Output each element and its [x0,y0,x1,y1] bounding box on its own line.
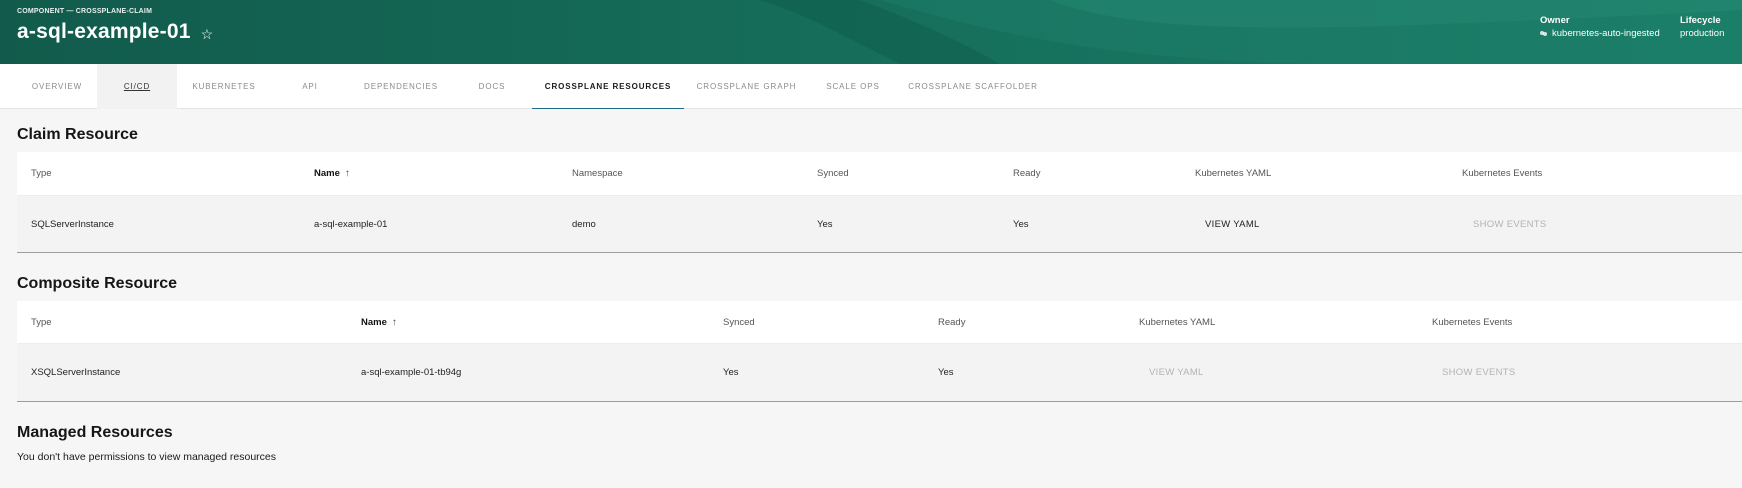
column-header-kubernetes-yaml: Kubernetes YAML [1195,168,1272,179]
sort-ascending-icon: ↑ [344,168,350,179]
view-yaml-button[interactable]: VIEW YAML [1149,367,1204,378]
column-header-namespace[interactable]: Namespace [572,152,623,195]
owner-link[interactable]: kubernetes-auto-ingested [1552,28,1660,39]
view-yaml-button[interactable]: VIEW YAML [1205,219,1260,230]
show-events-button[interactable]: SHOW EVENTS [1473,219,1547,230]
cell-namespace: demo [572,218,596,230]
tab-scale-ops[interactable]: SCALE OPS [809,64,897,109]
tab-kubernetes[interactable]: KUBERNETES [177,64,271,109]
tab-crossplane-resources[interactable]: CROSSPLANE RESOURCES [532,64,684,109]
group-icon [1540,30,1548,37]
cell-name: a-sql-example-01-tb94g [361,367,462,378]
tab-api[interactable]: API [271,64,349,109]
table-header: Type Name ↑ Namespace Synced Ready Kuber… [17,152,1742,196]
lifecycle-label: Lifecycle [1680,15,1721,26]
cell-synced: Yes [723,367,739,378]
claim-resource-heading: Claim Resource [17,126,138,143]
column-header-type[interactable]: Type [31,152,52,195]
page-title: a-sql-example-01 [17,20,191,43]
entity-kind-label: COMPONENT — CROSSPLANE-CLAIM [17,8,153,15]
tab-docs[interactable]: DOCS [453,64,531,109]
cell-name: a-sql-example-01 [314,218,388,230]
cell-type: SQLServerInstance [31,218,114,230]
composite-resource-heading: Composite Resource [17,275,178,292]
column-header-type[interactable]: Type [31,301,52,343]
owner-label: Owner [1540,15,1570,26]
cell-type: XSQLServerInstance [31,367,121,378]
column-header-name[interactable]: Name ↑ [314,152,350,195]
column-header-ready[interactable]: Ready [938,301,965,343]
composite-resource-table: Type Name ↑ Synced Ready Kubernetes YAML… [17,301,1742,402]
column-header-kubernetes-events: Kubernetes Events [1462,168,1543,179]
tab-bar: OVERVIEW CI/CD KUBERNETES API DEPENDENCI… [0,64,1742,109]
show-events-button[interactable]: SHOW EVENTS [1442,367,1516,378]
tab-crossplane-graph[interactable]: CROSSPLANE GRAPH [684,64,809,109]
cell-synced: Yes [817,218,833,230]
managed-resources-heading: Managed Resources [17,424,173,441]
column-header-name-label: Name [314,168,340,179]
column-header-synced[interactable]: Synced [817,152,849,195]
permission-message: You don't have permissions to view manag… [17,451,277,463]
entity-header: COMPONENT — CROSSPLANE-CLAIM a-sql-examp… [0,0,1742,64]
column-header-kubernetes-yaml: Kubernetes YAML [1139,316,1216,328]
tab-overview[interactable]: OVERVIEW [17,64,97,109]
column-header-ready[interactable]: Ready [1013,152,1040,195]
lifecycle-info: Lifecycle production [1680,15,1724,39]
column-header-kubernetes-events: Kubernetes Events [1432,316,1513,328]
column-header-synced[interactable]: Synced [723,301,755,343]
owner-info: Owner kubernetes-auto-ingested [1540,15,1660,39]
table-row: SQLServerInstance a-sql-example-01 demo … [17,196,1742,252]
tab-cicd[interactable]: CI/CD [97,64,177,109]
claim-resource-table: Type Name ↑ Namespace Synced Ready Kuber… [17,152,1742,253]
star-icon[interactable]: ☆ [201,27,214,41]
cell-ready: Yes [1013,218,1029,230]
table-row: XSQLServerInstance a-sql-example-01-tb94… [17,344,1742,401]
tab-crossplane-scaffolder[interactable]: CROSSPLANE SCAFFOLDER [897,64,1049,109]
sort-ascending-icon: ↑ [391,316,397,328]
tab-dependencies[interactable]: DEPENDENCIES [349,64,453,109]
column-header-name-label: Name [361,316,387,328]
lifecycle-value: production [1680,28,1725,39]
column-header-name[interactable]: Name ↑ [361,301,397,343]
header-wave-decoration [760,0,1742,64]
cell-ready: Yes [938,367,954,378]
table-header: Type Name ↑ Synced Ready Kubernetes YAML… [17,301,1742,344]
